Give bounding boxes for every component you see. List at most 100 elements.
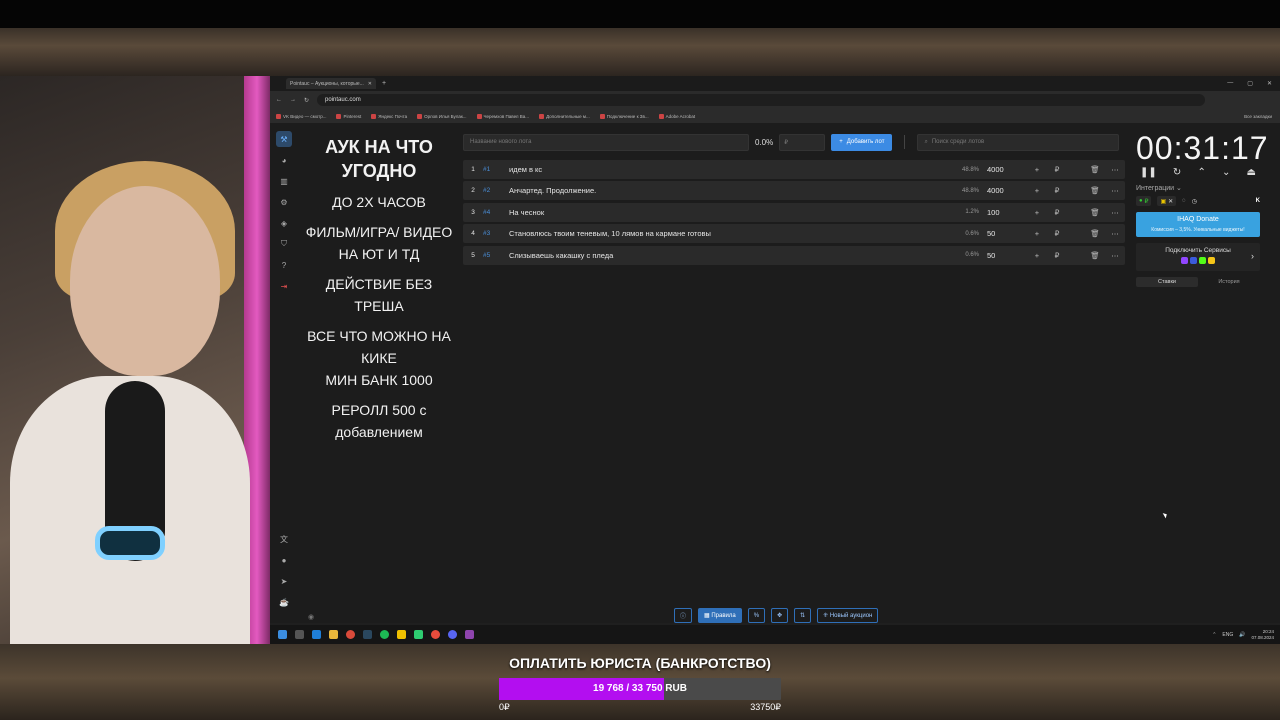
close-icon[interactable]: ✕ (368, 81, 372, 87)
help-icon[interactable]: ? (276, 257, 292, 273)
amount-input[interactable]: ₽ (779, 133, 826, 151)
edge-icon[interactable] (312, 630, 321, 639)
lot-name[interactable]: идем в кс (509, 165, 943, 174)
chevron-up-icon[interactable]: ⌃ (1197, 167, 1205, 178)
more-icon[interactable]: ⋯ (1105, 186, 1125, 195)
lang-indicator[interactable]: ENG (1222, 632, 1233, 638)
currency-icon[interactable]: ₽ (1047, 208, 1067, 217)
lot-name[interactable]: Анчартед. Продолжение. (509, 186, 943, 195)
connect-services-button[interactable]: Подключить Сервисы › (1136, 243, 1260, 271)
trash-icon[interactable]: 🗑 (1085, 251, 1105, 260)
bookmark-item[interactable]: Дополнительные м... (539, 113, 590, 119)
reload-icon[interactable]: ↻ (304, 97, 309, 104)
lot-name[interactable]: Слизываешь какашку с пледа (509, 251, 943, 260)
bookmark-item[interactable]: Черемхов Павел Ва... (476, 113, 529, 119)
sort-button[interactable]: ⇅ (794, 608, 812, 623)
volume-icon[interactable]: 🔊 (1239, 632, 1245, 638)
github-icon[interactable]: ● (276, 552, 292, 568)
donate-icon[interactable]: ☕ (276, 594, 292, 610)
start-icon[interactable] (278, 630, 287, 639)
rules-button[interactable]: ▦ Правила (698, 608, 742, 623)
auction-icon[interactable]: ⚒ (276, 131, 292, 147)
bookmark-item[interactable]: Pinterest (336, 113, 361, 119)
tab-history[interactable]: История (1198, 277, 1260, 287)
new-lot-input[interactable]: Название нового лота (463, 133, 749, 151)
steam-icon[interactable] (363, 630, 372, 639)
more-icon[interactable]: ⋯ (1105, 229, 1125, 238)
chrome-icon[interactable] (346, 630, 355, 639)
bookmark-item[interactable]: Орлов Илья Булак... (417, 113, 467, 119)
new-auction-button[interactable]: ⁜ Новый аукцион (817, 608, 879, 623)
info-button[interactable]: ⓘ (674, 608, 693, 623)
bookmark-item[interactable]: Adobe Acrobat (658, 113, 695, 119)
collapse-icon[interactable]: ⏏ (1247, 167, 1256, 178)
app-icon[interactable] (431, 630, 440, 639)
maximize-icon[interactable]: ▢ (1247, 80, 1253, 87)
wheel-icon[interactable]: ◕ (276, 152, 292, 168)
integrations-toggle[interactable]: Интеграции ⌄ (1136, 184, 1260, 192)
trash-icon[interactable]: 🗑 (1085, 165, 1105, 174)
percent-button[interactable]: % (747, 608, 766, 623)
trash-icon[interactable]: 🗑 (1085, 186, 1105, 195)
bookmark-item[interactable]: Подключение к Зв... (599, 113, 649, 119)
app-icon[interactable] (397, 630, 406, 639)
lot-row[interactable]: 3 #4 На чеснок 1.2% 100 + ₽ 🗑 ⋯ (463, 202, 1125, 222)
layers-icon[interactable]: ◈ (276, 215, 292, 231)
kick-icon[interactable]: K (1256, 198, 1260, 204)
forward-icon[interactable]: → (290, 97, 296, 103)
move-button[interactable]: ✥ (771, 608, 789, 623)
lot-row[interactable]: 5 #5 Слизываешь какашку с пледа 0.6% 50 … (463, 245, 1125, 265)
lot-row[interactable]: 4 #3 Становлюсь твоим теневым, 10 лямов … (463, 224, 1125, 244)
more-icon[interactable]: ⋯ (1105, 208, 1125, 217)
currency-icon[interactable]: ₽ (1047, 229, 1067, 238)
app-icon[interactable] (414, 630, 423, 639)
taskview-icon[interactable] (295, 630, 304, 639)
chevron-up-icon[interactable]: ⌃ (1212, 632, 1216, 638)
trash-icon[interactable]: 🗑 (1085, 229, 1105, 238)
spotify-icon[interactable] (380, 630, 389, 639)
plus-icon[interactable]: + (1027, 165, 1047, 174)
add-lot-button[interactable]: + Добавить лот (831, 133, 893, 151)
chevron-down-icon[interactable]: ⌄ (1222, 167, 1230, 178)
lot-name[interactable]: На чеснок (509, 208, 943, 217)
explorer-icon[interactable] (329, 630, 338, 639)
tab-bids[interactable]: Ставки (1136, 277, 1198, 287)
lot-amount[interactable]: 4000 (979, 186, 1027, 195)
minimize-icon[interactable]: — (1227, 80, 1233, 87)
reset-icon[interactable]: ↻ (1173, 167, 1181, 178)
lot-amount[interactable]: 50 (979, 251, 1027, 260)
discord-icon[interactable] (448, 630, 457, 639)
plus-icon[interactable]: + (1027, 251, 1047, 260)
new-tab-icon[interactable]: + (382, 80, 386, 87)
close-window-icon[interactable]: ✕ (1267, 80, 1272, 87)
lot-amount[interactable]: 4000 (979, 165, 1027, 174)
app-icon[interactable] (465, 630, 474, 639)
lot-amount[interactable]: 50 (979, 229, 1027, 238)
shield-icon[interactable]: ⛉ (276, 236, 292, 252)
bookmark-item[interactable]: VK Видео — смотр... (276, 113, 326, 119)
translate-icon[interactable]: 文 (276, 531, 292, 547)
currency-icon[interactable]: ₽ (1047, 251, 1067, 260)
pause-icon[interactable]: ❚❚ (1140, 167, 1157, 178)
bookmark-item[interactable]: Яндекс Почта (371, 113, 407, 119)
currency-icon[interactable]: ₽ (1047, 186, 1067, 195)
history-icon[interactable]: ◷ (1192, 198, 1197, 205)
currency-icon[interactable]: ₽ (1047, 165, 1067, 174)
donate-service-button[interactable]: IHAQ Donate Комиссия – 3,5%. Уникальные … (1136, 212, 1260, 237)
url-field[interactable]: pointauc.com (317, 94, 1206, 106)
plus-icon[interactable]: + (1027, 208, 1047, 217)
lot-name[interactable]: Становлюсь твоим теневым, 10 лямов на ка… (509, 229, 943, 238)
settings-icon[interactable]: ◌ (1182, 198, 1186, 204)
telegram-icon[interactable]: ➤ (276, 573, 292, 589)
plus-icon[interactable]: + (1027, 229, 1047, 238)
search-input[interactable]: ⌕ Поиск среди лотов (917, 133, 1120, 151)
lot-row[interactable]: 1 #1 идем в кс 48.8% 4000 + ₽ 🗑 ⋯ (463, 160, 1125, 179)
logout-icon[interactable]: ⇥ (276, 278, 292, 294)
eye-icon[interactable]: ◉ (308, 613, 314, 621)
more-icon[interactable]: ⋯ (1105, 165, 1125, 174)
integration-toggle[interactable]: ● ₽ (1136, 196, 1152, 206)
back-icon[interactable]: ← (276, 97, 282, 103)
integration-toggle[interactable]: ▣ ✕ (1157, 196, 1177, 206)
lot-row[interactable]: 2 #2 Анчартед. Продолжение. 48.8% 4000 +… (463, 181, 1125, 201)
plus-icon[interactable]: + (1027, 186, 1047, 195)
